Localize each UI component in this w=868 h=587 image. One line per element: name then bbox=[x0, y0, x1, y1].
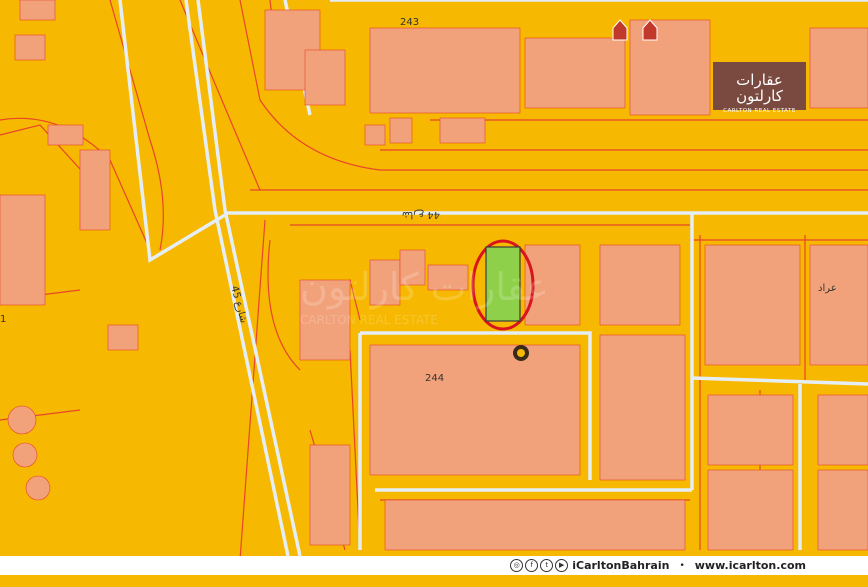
area-label-arad: عراد bbox=[818, 283, 837, 294]
separator-dot: • bbox=[679, 560, 685, 571]
logo-english: CARLTON REAL ESTATE bbox=[723, 108, 796, 114]
restaurant-icon[interactable] bbox=[513, 345, 529, 361]
carlton-logo: عقارات كارلتون CARLTON REAL ESTATE bbox=[713, 62, 806, 114]
logo-arabic: عقارات كارلتون bbox=[736, 71, 783, 105]
youtube-icon[interactable]: ▶ bbox=[555, 559, 569, 572]
block-label-244: 244 bbox=[425, 373, 444, 384]
facebook-icon[interactable]: f bbox=[525, 559, 539, 572]
instagram-icon[interactable]: ◎ bbox=[510, 559, 524, 572]
website-link[interactable]: www.icarlton.com bbox=[695, 559, 806, 572]
footer-bar: ◎ f t ▶ iCarltonBahrain • www.icarlton.c… bbox=[0, 556, 868, 575]
road-label-44: شارع 44 bbox=[402, 209, 440, 220]
road-label-1: 1 bbox=[0, 314, 6, 325]
social-handle[interactable]: iCarltonBahrain bbox=[572, 559, 669, 572]
block-label-243: 243 bbox=[400, 17, 419, 28]
watermark-english: CARLTON REAL ESTATE bbox=[300, 313, 438, 327]
watermark-arabic: عقارات كارلتون bbox=[300, 265, 549, 310]
twitter-icon[interactable]: t bbox=[540, 559, 554, 572]
social-icons: ◎ f t ▶ bbox=[510, 559, 569, 572]
